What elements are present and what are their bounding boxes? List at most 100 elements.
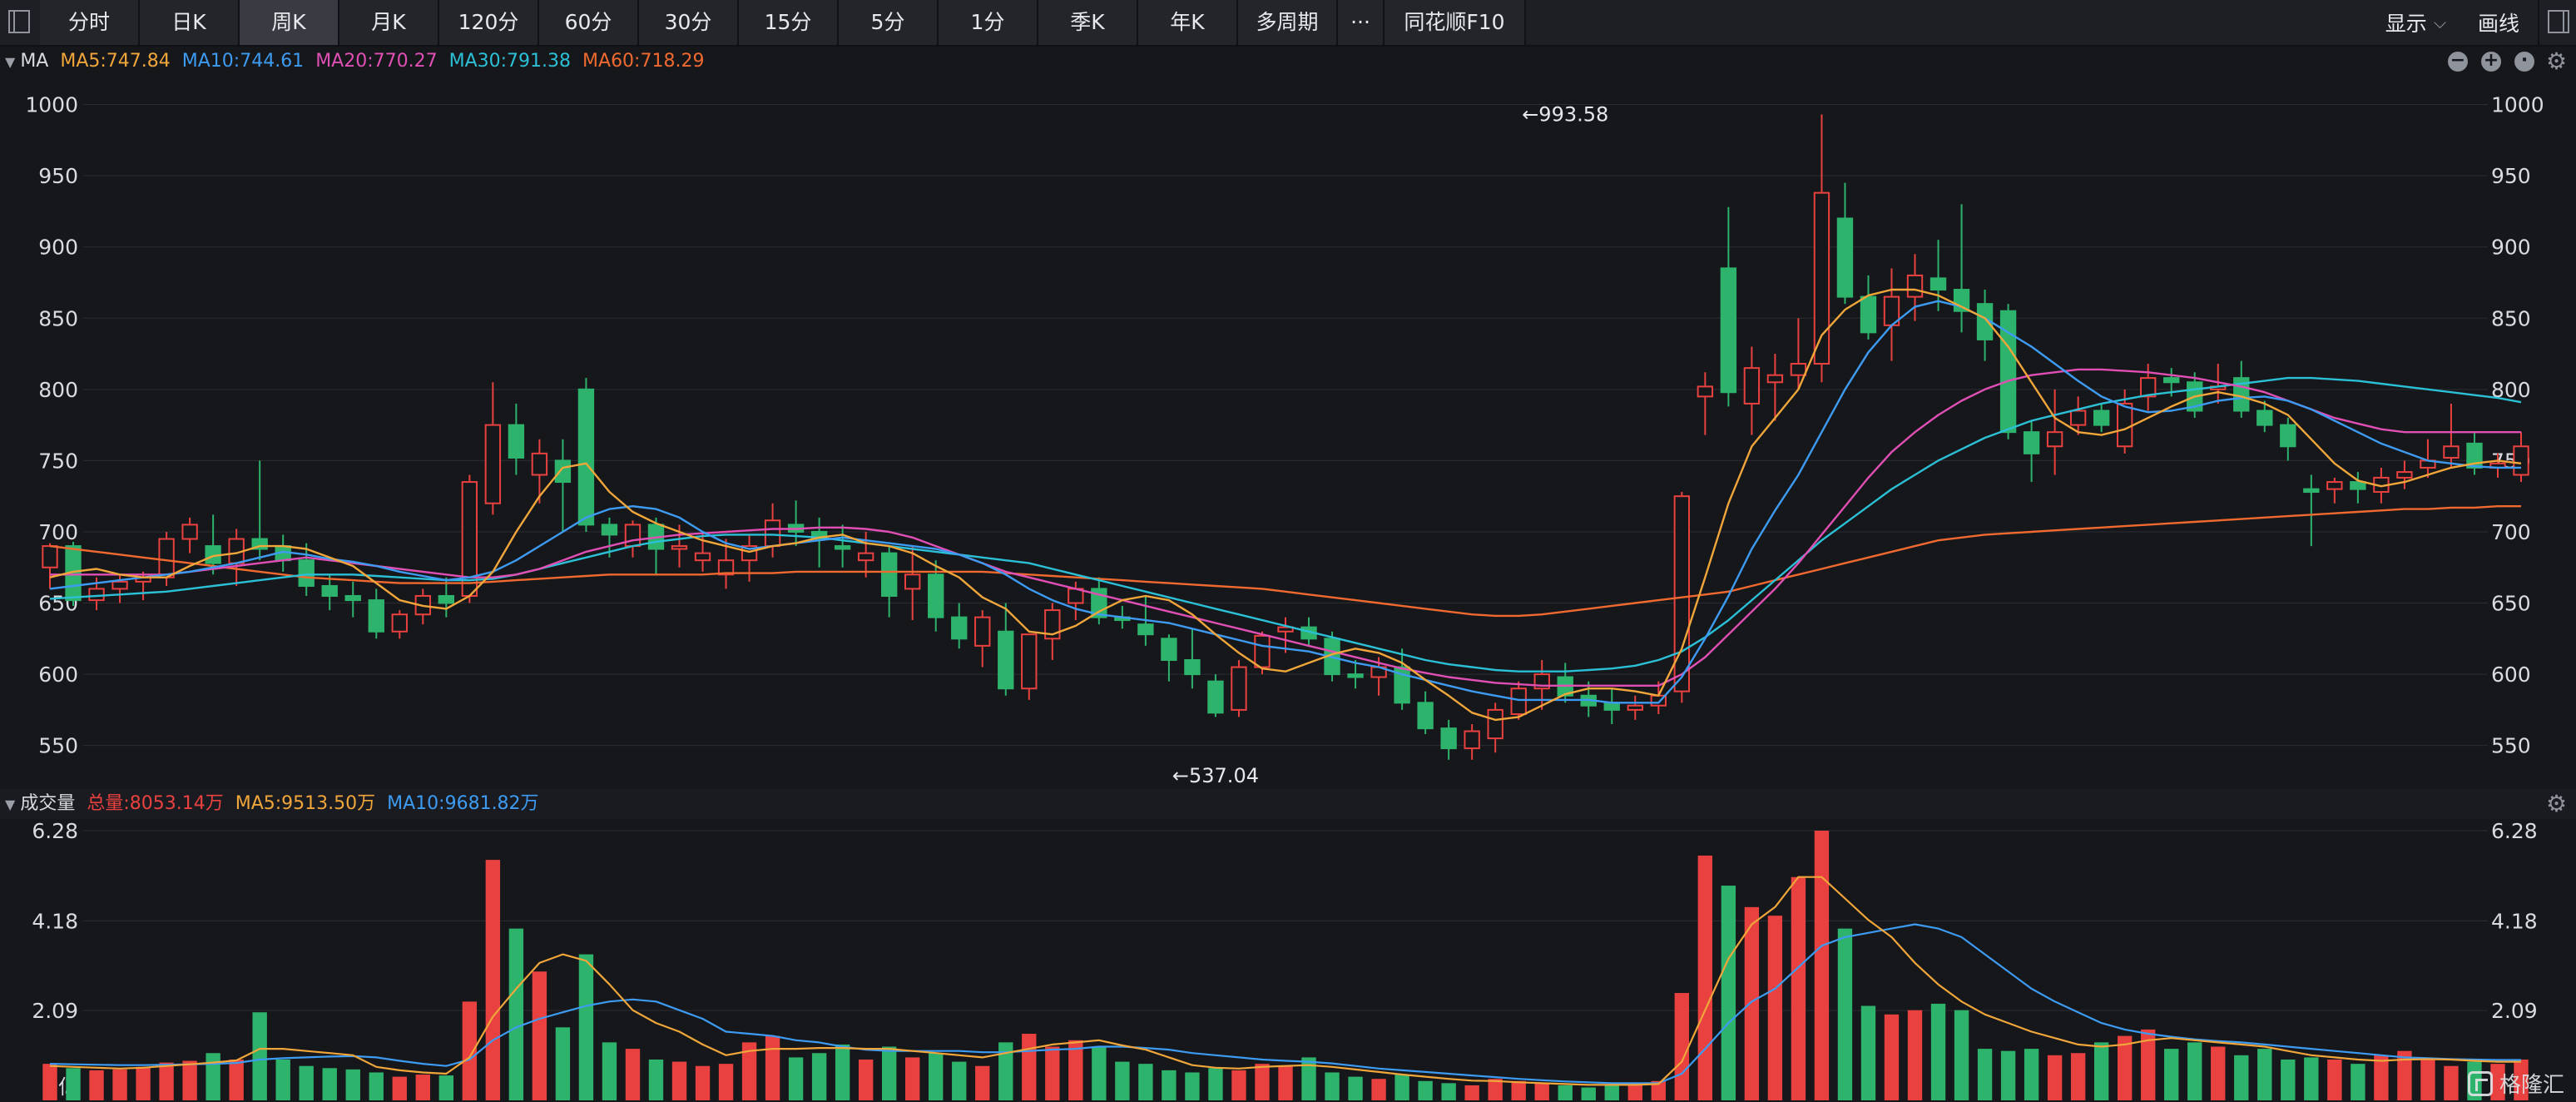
panel-right-icon bbox=[2548, 10, 2569, 33]
volume-bar bbox=[1045, 1046, 1060, 1100]
price-tick-left: 850 bbox=[38, 306, 78, 330]
candle-body bbox=[344, 594, 361, 602]
tab-4[interactable]: 120分 bbox=[439, 0, 539, 45]
tab-5[interactable]: 60分 bbox=[539, 0, 639, 45]
candle-body bbox=[88, 588, 105, 602]
volume-tick-left: 6.28 bbox=[32, 819, 78, 843]
volume-bar bbox=[1418, 1080, 1433, 1100]
volume-bar bbox=[1511, 1080, 1526, 1100]
minus-circle-icon[interactable]: − bbox=[2448, 52, 2468, 72]
collapse-triangle-icon[interactable]: ▼ bbox=[5, 47, 15, 77]
tab-1[interactable]: 日K bbox=[140, 0, 240, 45]
volume-bar bbox=[2047, 1055, 2063, 1100]
candle-body bbox=[1231, 666, 1247, 711]
volume-bar bbox=[322, 1068, 337, 1100]
candle-body bbox=[1464, 730, 1480, 750]
gear-icon[interactable]: ⚙ bbox=[2546, 47, 2567, 77]
tab-8[interactable]: 5分 bbox=[839, 0, 939, 45]
candle-body bbox=[2443, 445, 2460, 459]
indicator-name[interactable]: 成交量 bbox=[20, 793, 75, 814]
display-menu-button[interactable]: 显示 bbox=[2385, 7, 2427, 37]
tab-6[interactable]: 30分 bbox=[639, 0, 739, 45]
price-indicator-header: ▼ MA MA5:747.84 MA10:744.61 MA20:770.27 MA30:… bbox=[0, 47, 2576, 77]
candle-body bbox=[1930, 277, 1947, 291]
volume-bar bbox=[671, 1061, 687, 1100]
tab-13[interactable]: ··· bbox=[1338, 0, 1385, 45]
volume-bar bbox=[438, 1075, 454, 1100]
candle-body bbox=[181, 524, 198, 540]
tab-11[interactable]: 年K bbox=[1138, 0, 1238, 45]
low-price-label: ←537.04 bbox=[1172, 764, 1259, 787]
volume-bar bbox=[1884, 1014, 1900, 1100]
volume-bar bbox=[1092, 1046, 1107, 1100]
candle-body bbox=[1510, 688, 1527, 716]
draw-line-button[interactable]: 画线 bbox=[2478, 7, 2519, 37]
price-tick-right: 600 bbox=[2491, 663, 2531, 687]
tab-3[interactable]: 月K bbox=[339, 0, 439, 45]
candle-body bbox=[1813, 191, 1830, 365]
candle-body bbox=[554, 459, 572, 484]
volume-bar bbox=[2234, 1055, 2249, 1100]
volume-bar bbox=[718, 1064, 734, 1100]
volume-bar bbox=[1301, 1057, 1316, 1100]
volume-bar bbox=[1348, 1076, 1363, 1100]
plus-circle-icon[interactable]: + bbox=[2481, 52, 2501, 72]
ma-value-2: MA20:770.27 bbox=[315, 51, 438, 72]
candle-body bbox=[1627, 704, 1643, 711]
volume-bar bbox=[1395, 1075, 1409, 1100]
tab-7[interactable]: 15分 bbox=[739, 0, 839, 45]
volume-bar bbox=[136, 1066, 151, 1100]
volume-bar bbox=[1954, 1010, 1969, 1100]
candle-body bbox=[1021, 633, 1038, 690]
volume-bar bbox=[2281, 1059, 2296, 1100]
sidebar-toggle-button[interactable] bbox=[0, 0, 38, 45]
tab-10[interactable]: 季K bbox=[1038, 0, 1138, 45]
candle-body bbox=[2023, 431, 2040, 454]
candle-body bbox=[857, 552, 874, 562]
candle-body bbox=[1440, 727, 1457, 750]
panel-right-toggle-button[interactable] bbox=[2539, 0, 2576, 45]
tab-14[interactable]: 同花顺F10 bbox=[1385, 0, 1526, 45]
tab-9[interactable]: 1分 bbox=[939, 0, 1038, 45]
toolbar-right: 显示 ⌵ 画线 bbox=[2379, 0, 2576, 45]
candle-body bbox=[1603, 702, 1620, 711]
candle-body bbox=[2163, 377, 2180, 384]
candle-body bbox=[368, 599, 384, 633]
collapse-triangle-icon[interactable]: ▼ bbox=[5, 790, 15, 820]
volume-bar bbox=[206, 1053, 220, 1100]
candle-body bbox=[298, 559, 315, 587]
volume-bar bbox=[252, 1012, 267, 1100]
volume-bar bbox=[485, 860, 501, 1100]
more-circle-icon[interactable]: · bbox=[2514, 52, 2534, 72]
candle-body bbox=[928, 573, 944, 618]
gear-icon[interactable]: ⚙ bbox=[2546, 789, 2567, 819]
volume-bar bbox=[2444, 1065, 2459, 1100]
volume-bar bbox=[229, 1059, 244, 1100]
volume-bar bbox=[858, 1059, 874, 1100]
indicator-name[interactable]: MA bbox=[20, 51, 48, 72]
volume-bar bbox=[1744, 906, 1760, 1100]
price-tick-right: 550 bbox=[2491, 734, 2531, 758]
tab-2[interactable]: 周K bbox=[240, 0, 339, 45]
volume-bar bbox=[1674, 993, 1690, 1100]
chevron-down-icon[interactable]: ⌵ bbox=[2434, 12, 2446, 32]
volume-bar bbox=[578, 954, 594, 1100]
tab-12[interactable]: 多周期 bbox=[1238, 0, 1338, 45]
volume-tick-left: 4.18 bbox=[32, 909, 78, 933]
volume-bar bbox=[881, 1046, 897, 1100]
tab-0[interactable]: 分时 bbox=[40, 0, 140, 45]
candle-body bbox=[2256, 410, 2273, 426]
candle-body bbox=[2303, 488, 2320, 494]
volume-bar bbox=[952, 1061, 967, 1100]
volume-bar bbox=[2164, 1049, 2179, 1100]
price-tick-left: 600 bbox=[38, 663, 78, 687]
volume-bar bbox=[1022, 1034, 1037, 1100]
candle-body bbox=[321, 584, 338, 597]
volume-bar bbox=[2420, 1059, 2435, 1100]
volume-bar-chart[interactable]: 6.286.284.184.182.092.09亿 bbox=[0, 819, 2576, 1102]
volume-tick-left: 2.09 bbox=[32, 999, 78, 1023]
candle-body bbox=[1417, 702, 1434, 730]
candle-body bbox=[1137, 623, 1154, 636]
price-candlestick-chart[interactable]: 1000 1000950 950900 900850 850800 800750 75070… bbox=[0, 77, 2576, 789]
volume-bar bbox=[1441, 1083, 1456, 1100]
